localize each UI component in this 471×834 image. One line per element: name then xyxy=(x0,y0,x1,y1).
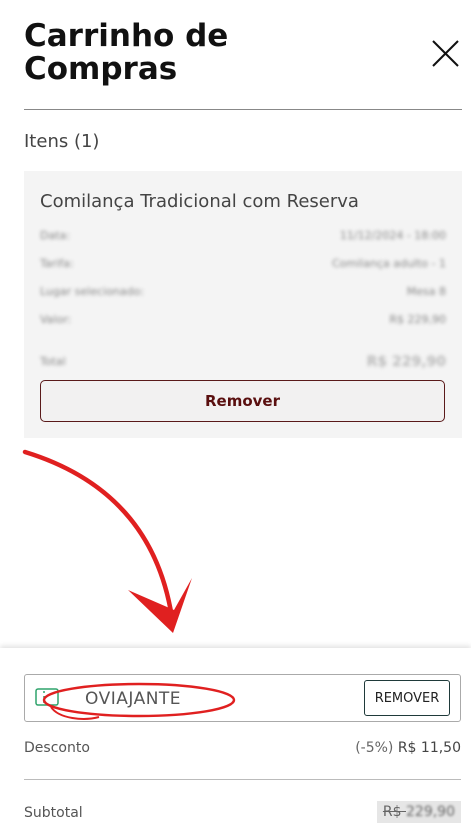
detail-value: Comilança adulto - 1 xyxy=(332,257,446,270)
summary-divider xyxy=(24,779,461,780)
discount-amount: R$ 11,50 xyxy=(397,740,461,756)
ticket-icon xyxy=(35,688,59,706)
annotation-arrow-icon xyxy=(22,449,192,633)
discount-percent: (-5%) xyxy=(355,740,394,756)
total-label: Total xyxy=(40,355,66,368)
remove-coupon-button[interactable]: REMOVER xyxy=(364,680,450,716)
cart-title: Carrinho de Compras xyxy=(24,18,229,87)
detail-row-date: Data: 11/12/2024 - 18:00 xyxy=(40,222,446,250)
subtotal-row: Subtotal R$ 229,90 xyxy=(24,801,461,823)
detail-row-price: Valor: R$ 229,90 xyxy=(40,306,446,334)
cart-item-card: Comilança Tradicional com Reserva Data: … xyxy=(24,171,462,438)
item-details: Data: 11/12/2024 - 18:00 Tarifa: Comilan… xyxy=(40,222,446,376)
detail-label: Tarifa: xyxy=(40,257,74,270)
detail-label: Lugar selecionado: xyxy=(40,285,144,298)
detail-label: Valor: xyxy=(40,313,72,326)
coupon-field: REMOVER xyxy=(24,674,461,722)
total-value: R$ 229,90 xyxy=(366,354,446,370)
detail-row-tariff: Tarifa: Comilança adulto - 1 xyxy=(40,250,446,278)
subtotal-label: Subtotal xyxy=(24,805,83,821)
detail-label: Data: xyxy=(40,229,70,242)
detail-value: Mesa 8 xyxy=(406,285,446,298)
cart-summary-panel: REMOVER Desconto (-5%) R$ 11,50 Subtotal… xyxy=(0,648,471,834)
coupon-input[interactable] xyxy=(83,685,317,713)
detail-value: 11/12/2024 - 18:00 xyxy=(339,229,446,242)
detail-row-seat: Lugar selecionado: Mesa 8 xyxy=(40,278,446,306)
subtotal-value: R$ 229,90 xyxy=(376,801,461,823)
discount-value: (-5%) R$ 11,50 xyxy=(355,740,461,756)
close-button[interactable] xyxy=(430,38,464,72)
header-divider xyxy=(24,109,462,110)
subtotal-amount: 229,90 xyxy=(406,804,455,820)
items-heading: Itens (1) xyxy=(24,131,100,152)
discount-label: Desconto xyxy=(24,740,90,756)
detail-value: R$ 229,90 xyxy=(389,313,446,326)
close-icon xyxy=(432,40,459,67)
detail-row-total: Total R$ 229,90 xyxy=(40,348,446,376)
subtotal-currency: R$ xyxy=(382,804,402,820)
remove-item-button[interactable]: Remover xyxy=(40,380,445,422)
discount-row: Desconto (-5%) R$ 11,50 xyxy=(24,740,461,756)
item-name: Comilança Tradicional com Reserva xyxy=(40,191,359,212)
